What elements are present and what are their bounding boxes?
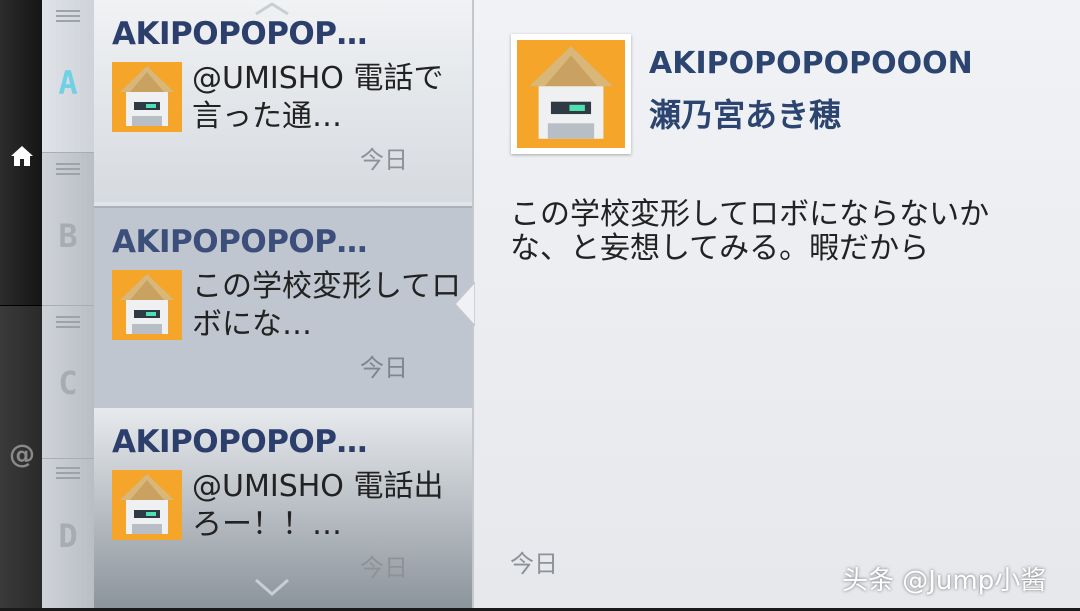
list-lines-icon	[56, 10, 80, 24]
detail-avatar-frame[interactable]	[511, 34, 631, 154]
nav-rail: @	[0, 0, 42, 608]
alphabet-index: A B C D	[42, 0, 94, 608]
index-cell-d[interactable]: D	[42, 459, 94, 611]
tweet-list-item[interactable]: AKIPOPOPOP… @UMISHO 電話で言った通… 今日	[94, 0, 472, 202]
watermark: 头条 @Jump小酱	[842, 566, 1047, 596]
index-cell-b[interactable]: B	[42, 153, 94, 306]
detail-real-name: 瀬乃宮あき穂	[649, 96, 842, 134]
tweet-username: AKIPOPOPOP…	[112, 16, 368, 52]
tweet-list-item-selected[interactable]: AKIPOPOPOP… この学校変形してロボにな… 今日	[94, 206, 472, 410]
tweet-time: 今日	[360, 146, 408, 174]
tweet-time: 今日	[360, 354, 408, 382]
tweet-username: AKIPOPOPOP…	[112, 224, 368, 260]
home-icon[interactable]	[9, 143, 35, 169]
index-cell-a[interactable]: A	[42, 0, 94, 153]
tweet-detail-pane: AKIPOPOPOPOOON 瀬乃宮あき穂 この学校変形してロボにならないかな、…	[472, 0, 1080, 608]
detail-tweet-time: 今日	[510, 550, 558, 578]
selection-pointer	[453, 282, 475, 326]
mentions-icon[interactable]: @	[8, 440, 36, 470]
detail-screen-name[interactable]: AKIPOPOPOPOOON	[649, 46, 973, 81]
tweet-time: 今日	[360, 554, 408, 582]
avatar	[112, 470, 182, 540]
avatar	[517, 40, 625, 148]
detail-tweet-text: この学校変形してロボにならないかな、と妄想してみる。暇だから	[510, 197, 990, 266]
scroll-down-icon[interactable]	[252, 576, 292, 598]
tweet-text: この学校変形してロボにな…	[192, 269, 462, 342]
list-lines-icon	[56, 316, 80, 330]
index-letter-a: A	[58, 64, 78, 102]
tweet-text: @UMISHO 電話出ろー！！…	[192, 469, 444, 542]
list-lines-icon	[56, 163, 80, 177]
index-letter-b: B	[58, 217, 78, 255]
tweet-username: AKIPOPOPOP…	[112, 424, 368, 460]
tweet-text: @UMISHO 電話で言った通…	[192, 61, 444, 134]
index-cell-c[interactable]: C	[42, 306, 94, 459]
index-letter-c: C	[58, 364, 78, 402]
avatar	[112, 62, 182, 132]
index-letter-d: D	[58, 517, 78, 555]
scroll-up-icon[interactable]	[252, 2, 292, 16]
avatar	[112, 270, 182, 340]
tweet-list[interactable]: AKIPOPOPOP… @UMISHO 電話で言った通… 今日 AKIPOPOP…	[94, 0, 472, 608]
list-lines-icon	[56, 467, 80, 481]
